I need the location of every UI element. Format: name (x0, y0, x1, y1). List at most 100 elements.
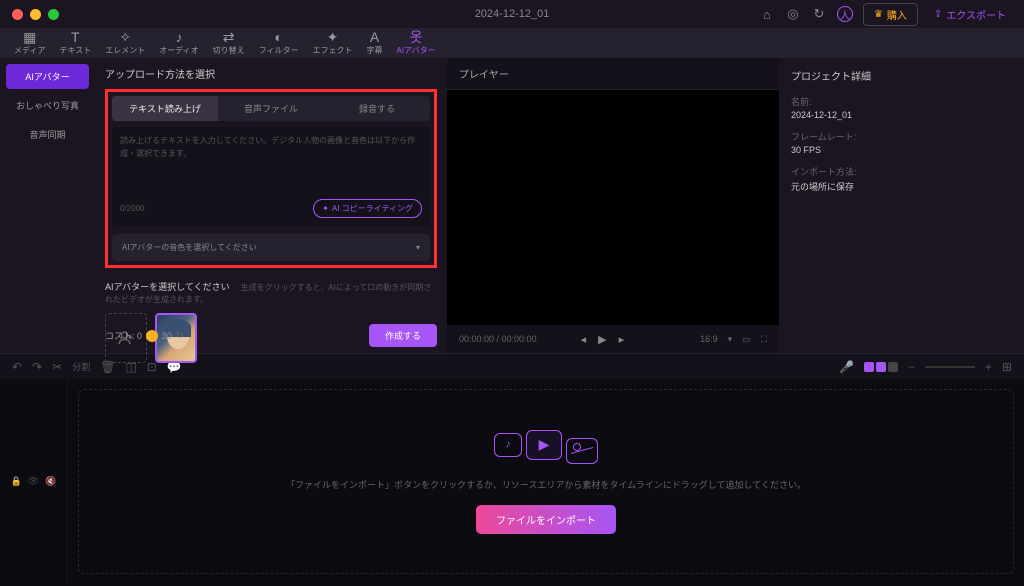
zoom-in-icon[interactable]: + (985, 360, 992, 374)
toggle-a[interactable] (864, 362, 874, 372)
play-graphic-icon: ▶ (526, 430, 562, 460)
upload-method-tabs: テキスト読み上げ 音声ファイル 録音する (112, 96, 430, 121)
detail-import-method: インポート方法: 元の場所に保存 (791, 165, 1012, 193)
sidebar-tab-voice-sync[interactable]: 音声同期 (6, 122, 89, 147)
avatar-section: AIアバターを選択してください 生成をクリックすると、AIによって口の動きが同期… (105, 280, 437, 363)
window-controls (12, 9, 59, 20)
history-icon[interactable]: ↻ (811, 6, 827, 22)
audio-icon: ♪ (175, 30, 182, 44)
main-toolbar: ▦メディア Tテキスト ✧エレメント ♪オーディオ ⇄切り替え ◐フィルター ✦… (0, 28, 1024, 58)
tool-filter[interactable]: ◐フィルター (253, 28, 305, 58)
music-note-icon: ♪ (494, 433, 522, 457)
tool-subtitle[interactable]: A字幕 (361, 28, 389, 58)
effect-icon: ✦ (327, 30, 339, 44)
sidebar-tab-talking-photo[interactable]: おしゃべり写真 (6, 93, 89, 118)
cost-display: コスト: 0 30 ↻ (105, 329, 184, 342)
tts-placeholder: 読み上げるテキストを入力してください。デジタル人物の画像と音色は以下から作成・選… (120, 135, 422, 161)
avatar-icon: 옷 (410, 30, 423, 44)
split-label: 分割 (72, 360, 90, 373)
import-file-button[interactable]: ファイルをインポート (476, 505, 616, 534)
player-video-area[interactable] (447, 90, 779, 325)
zoom-out-icon[interactable]: − (908, 360, 915, 374)
media-icon: ▦ (23, 30, 36, 44)
maximize-window[interactable] (48, 9, 59, 20)
zoom-slider[interactable] (925, 366, 975, 368)
toggle-group[interactable] (864, 362, 898, 372)
timeline-track-controls: 🔒 👁 🔇 (0, 379, 68, 584)
text-icon: T (71, 30, 80, 44)
tts-text-area[interactable]: 読み上げるテキストを入力してください。デジタル人物の画像と音色は以下から作成・選… (112, 127, 430, 226)
crop-icon[interactable]: ▭ (742, 334, 751, 345)
create-button[interactable]: 作成する (369, 324, 437, 347)
timeline-area: 🔒 👁 🔇 ♪ ▶ 「ファイルをインポート」ボタンをクリックするか、リソースエリ… (0, 379, 1024, 584)
ai-copywriting-button[interactable]: ✦ AI コピーライティング (313, 199, 422, 218)
left-sidebar: AIアバター おしゃべり写真 音声同期 (0, 58, 95, 353)
transition-icon: ⇄ (223, 30, 235, 44)
player-timecode: 00:00:00 / 00:00:00 (459, 334, 537, 344)
play-button[interactable]: ▶ (598, 333, 606, 346)
details-header: プロジェクト詳細 (791, 68, 1012, 83)
image-graphic-icon (566, 438, 598, 464)
fullscreen-icon[interactable]: ⛶ (761, 334, 767, 345)
project-details-panel: プロジェクト詳細 名前: 2024-12-12_01 フレームレート: 30 F… (779, 58, 1024, 353)
chevron-down-icon: ▾ (416, 243, 420, 252)
tool-audio[interactable]: ♪オーディオ (153, 28, 204, 58)
redo-icon[interactable]: ↷ (32, 360, 42, 374)
content-panel: アップロード方法を選択 テキスト読み上げ 音声ファイル 録音する 読み上げるテキ… (95, 58, 447, 353)
message-icon[interactable]: ◎ (785, 6, 801, 22)
split-icon[interactable]: ✂ (52, 360, 62, 374)
titlebar: 2024-12-12_01 ⌂ ◎ ↻ 人 ♛ 購入 ⇪ エクスポート (0, 0, 1024, 28)
subtitle-icon: A (370, 30, 379, 44)
main-area: AIアバター おしゃべり写真 音声同期 アップロード方法を選択 テキスト読み上げ… (0, 58, 1024, 353)
player-header: プレイヤー (447, 58, 779, 90)
timeline-drop-zone[interactable]: ♪ ▶ 「ファイルをインポート」ボタンをクリックするか、リソースエリアから素材を… (78, 389, 1014, 574)
method-tab-record[interactable]: 録音する (324, 96, 430, 121)
mute-icon[interactable]: 🔇 (45, 476, 56, 487)
upload-method-title: アップロード方法を選択 (105, 66, 437, 81)
detail-name: 名前: 2024-12-12_01 (791, 95, 1012, 120)
detail-framerate: フレームレート: 30 FPS (791, 130, 1012, 155)
player-panel: プレイヤー 00:00:00 / 00:00:00 ◂ ▶ ▸ 16:9 ▾ ▭ … (447, 58, 779, 353)
chevron-down-icon: ▾ (728, 334, 733, 345)
tool-media[interactable]: ▦メディア (8, 28, 51, 58)
gift-icon[interactable]: ⌂ (759, 6, 775, 22)
toggle-c[interactable] (888, 362, 898, 372)
document-title: 2024-12-12_01 (475, 8, 550, 20)
lock-icon[interactable]: 🔒 (11, 476, 22, 487)
method-tab-tts[interactable]: テキスト読み上げ (112, 96, 218, 121)
close-window[interactable] (12, 9, 23, 20)
user-badge[interactable]: 人 (837, 6, 853, 22)
undo-icon[interactable]: ↶ (12, 360, 22, 374)
eye-icon[interactable]: 👁 (28, 476, 39, 487)
prev-frame-button[interactable]: ◂ (581, 333, 587, 346)
toggle-b[interactable] (876, 362, 886, 372)
coin-icon (146, 330, 158, 342)
aspect-ratio[interactable]: 16:9 (700, 334, 718, 344)
voice-select-label: AIアバターの音色を選択してください (122, 242, 257, 253)
next-frame-button[interactable]: ▸ (619, 333, 625, 346)
import-hint-text: 「ファイルをインポート」ボタンをクリックするか、リソースエリアから素材をタイムラ… (286, 478, 806, 491)
tool-element[interactable]: ✧エレメント (99, 28, 151, 58)
tool-ai-avatar[interactable]: 옷AIアバター (391, 28, 442, 58)
element-icon: ✧ (119, 30, 131, 44)
minimize-window[interactable] (30, 9, 41, 20)
avatar-section-label: AIアバターを選択してください (105, 282, 230, 292)
content-footer: コスト: 0 30 ↻ 作成する (105, 324, 437, 347)
buy-button[interactable]: ♛ 購入 (863, 3, 918, 26)
filter-icon: ◐ (274, 30, 282, 44)
sidebar-tab-ai-avatar[interactable]: AIアバター (6, 64, 89, 89)
tool-effect[interactable]: ✦エフェクト (307, 28, 359, 58)
fit-icon[interactable]: ⊞ (1002, 360, 1012, 374)
tool-transition[interactable]: ⇄切り替え (207, 28, 251, 58)
method-tab-audio-file[interactable]: 音声ファイル (218, 96, 324, 121)
export-button[interactable]: ⇪ エクスポート (928, 4, 1012, 25)
tool-text[interactable]: Tテキスト (53, 28, 97, 58)
player-controls: 00:00:00 / 00:00:00 ◂ ▶ ▸ 16:9 ▾ ▭ ⛶ (447, 325, 779, 353)
mic-icon[interactable]: 🎤 (839, 360, 854, 374)
char-counter: 0/2000 (120, 204, 144, 213)
refresh-icon[interactable]: ↻ (176, 330, 184, 341)
buy-label: 購入 (887, 7, 907, 22)
highlight-annotation: テキスト読み上げ 音声ファイル 録音する 読み上げるテキストを入力してください。… (105, 89, 437, 268)
import-graphic: ♪ ▶ (494, 430, 598, 460)
voice-select-dropdown[interactable]: AIアバターの音色を選択してください ▾ (112, 234, 430, 261)
